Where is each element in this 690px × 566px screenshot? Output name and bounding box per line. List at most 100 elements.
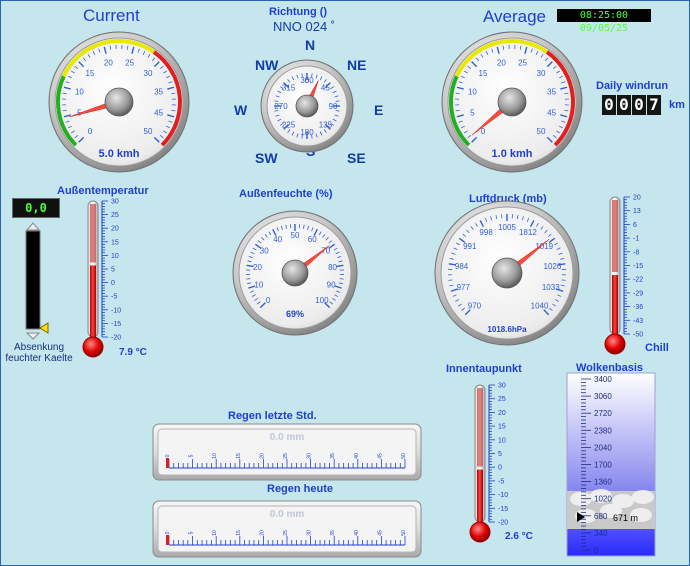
wind-current-gauge-tick-label: 15	[86, 69, 95, 78]
direction-gauge-tick-label: 315	[282, 84, 296, 93]
dewpoint-thermometer-tick-label: 30	[498, 383, 506, 390]
rain-today-bar-tick-label: 50	[401, 530, 407, 536]
rain-hour-bar-tick-label: 35	[330, 453, 336, 459]
temperature-thermometer-tick-label: 25	[111, 212, 119, 219]
chill-thermometer-tick-label: -43	[633, 318, 643, 325]
rain-hour-bar-value: 0.0 mm	[270, 432, 305, 443]
cloudbase-value: 671 m	[613, 513, 638, 523]
humidity-gauge-value: 69%	[286, 309, 304, 319]
pressure-gauge-value: 1018.6hPa	[487, 325, 527, 334]
direction-gauge-tick-label: 45	[321, 84, 330, 93]
wind-average-gauge-tick-label: 20	[497, 58, 506, 67]
pressure-gauge-tick-label: 991	[463, 242, 477, 251]
rain-hour-bar-tick-label: 50	[401, 453, 407, 459]
wind-average-gauge-tick-label: 30	[537, 69, 546, 78]
rain-today-bar-tick-label: 0	[165, 531, 171, 534]
rain-hour-bar-tick-label: 15	[236, 453, 242, 459]
frost-track	[25, 230, 41, 330]
humidity-gauge-tick-label: 30	[260, 247, 269, 256]
frost-marker	[39, 322, 49, 334]
temperature-thermometer-tick-label: 10	[111, 253, 119, 260]
rain-today-bar-tick-label: 35	[330, 530, 336, 536]
cloudbase-tick-label: 1020	[594, 495, 612, 504]
dewpoint-thermometer-value: 2.6 °C	[505, 531, 533, 542]
chill-thermometer-empty	[612, 200, 618, 273]
temperature-thermometer-tick-label: 0	[111, 280, 115, 287]
temperature-thermometer-bulb	[82, 336, 104, 358]
gauges-canvas: 0510152025303545505.0 kmh051015202530354…	[25, 31, 656, 558]
cloudbase-tick-label: 3060	[594, 392, 612, 401]
dewpoint-thermometer-tick-label: -5	[498, 478, 504, 485]
pressure-gauge-tick-label: 1005	[498, 223, 516, 232]
frost-up-arrow	[25, 222, 41, 231]
wind-average-gauge-tick-label: 35	[547, 87, 556, 96]
cloudbase-tick-label: 2380	[594, 426, 612, 435]
wind-current-gauge-tick-label: 50	[144, 127, 153, 136]
rain-today-bar-level	[166, 535, 169, 545]
chill-thermometer-tick-label: -1	[633, 236, 639, 243]
chill-thermometer-tick-label: -50	[633, 332, 643, 339]
pressure-gauge-tick-label: 1040	[531, 302, 549, 311]
rain-today-bar-tick-label: 20	[259, 530, 265, 536]
chill-thermometer-bulb	[604, 333, 626, 355]
rain-hour-bar-tick-label: 45	[377, 453, 383, 459]
dewpoint-thermometer-tick-label: -10	[498, 492, 508, 499]
cloudbase-tick-label: 1360	[594, 478, 612, 487]
cloudbase-tick-label: 2720	[594, 409, 612, 418]
rain-hour-bar-level	[166, 458, 169, 468]
pressure-gauge-hub	[491, 257, 523, 289]
pressure-gauge-tick-label: 1033	[542, 283, 560, 292]
direction-gauge-tick-label: 135	[319, 120, 333, 129]
temperature-thermometer-empty	[90, 204, 96, 263]
pressure-gauge-tick-label: 1812	[519, 228, 537, 237]
wind-current-gauge-tick-label: 25	[125, 58, 134, 67]
humidity-gauge-tick-label: 80	[328, 263, 337, 272]
rain-today-bar-value: 0.0 mm	[270, 509, 305, 520]
wind-current-gauge-tick-label: 20	[104, 58, 113, 67]
chill-thermometer-fill	[612, 275, 618, 340]
wind-average-gauge-tick-label: 10	[468, 87, 477, 96]
humidity-gauge-tick-label: 90	[327, 281, 336, 290]
humidity-gauge-hub	[281, 259, 309, 287]
pressure-gauge-tick-label: 977	[457, 283, 471, 292]
direction-gauge-tick-label: 90	[329, 102, 338, 111]
rain-hour-bar-tick-label: 5	[189, 454, 195, 457]
humidity-gauge-tick-label: 0	[266, 296, 271, 305]
rain-today-bar-tick-label: 15	[236, 530, 242, 536]
wind-average-gauge-tick-label: 50	[537, 127, 546, 136]
direction-gauge-tick-label: 360	[300, 76, 314, 85]
humidity-gauge-tick	[246, 278, 251, 280]
dewpoint-thermometer-bulb	[469, 521, 491, 543]
rain-today-bar-tick-label: 25	[283, 530, 289, 536]
temperature-thermometer-tick-label: 15	[111, 239, 119, 246]
rain-hour-bar-tick-label: 20	[259, 453, 265, 459]
direction-gauge-hub	[295, 94, 319, 118]
dewpoint-thermometer-empty	[477, 388, 483, 467]
humidity-gauge-tick-label: 40	[273, 235, 282, 244]
frost-down-arrow	[25, 332, 41, 340]
direction-gauge-tick-label: 270	[274, 102, 288, 111]
rain-today-bar-tick-label: 5	[189, 531, 195, 534]
dewpoint-thermometer-tick-label: 0	[498, 465, 502, 472]
rain-today-bar-tick-label: 30	[307, 530, 313, 536]
humidity-gauge-tick-label: 100	[315, 296, 329, 305]
humidity-gauge-tick-label: 60	[308, 235, 317, 244]
pressure-gauge-tick-label: 984	[455, 262, 469, 271]
pressure-gauge-tick	[561, 279, 566, 281]
temperature-thermometer-tick-label: -10	[111, 307, 121, 314]
pressure-gauge-tick-label: 998	[479, 228, 493, 237]
chill-thermometer-tick-label: 13	[633, 208, 641, 215]
wind-current-gauge-tick-label: 30	[144, 69, 153, 78]
chill-thermometer-tick-label: 6	[633, 222, 637, 229]
rain-hour-bar-tick-label: 0	[165, 454, 171, 457]
temperature-thermometer-tick-label: -20	[111, 335, 121, 342]
dewpoint-thermometer-tick-label: 25	[498, 396, 506, 403]
rain-hour-bar-tick-label: 30	[307, 453, 313, 459]
dewpoint-thermometer-tick-label: 10	[498, 437, 506, 444]
rain-hour-bar-tick-label: 10	[212, 453, 218, 459]
wind-average-gauge-tick-label: 5	[470, 109, 475, 118]
wind-average-gauge-tick-label: 15	[479, 69, 488, 78]
pressure-gauge-tick-label: 1026	[544, 262, 562, 271]
cloudbase-tick-label: 2040	[594, 443, 612, 452]
cloudbase-tick-label: 1700	[594, 461, 612, 470]
